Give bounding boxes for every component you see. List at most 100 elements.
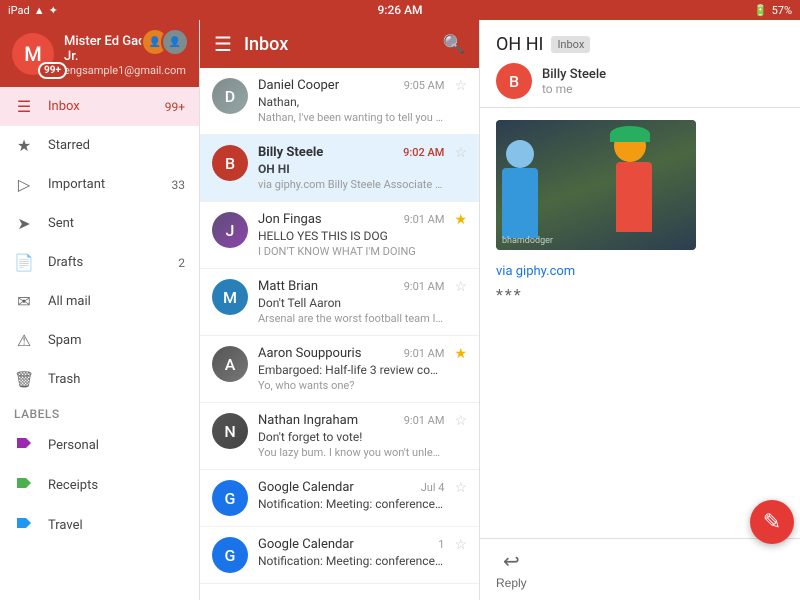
- nav-label-allmail: All mail: [48, 294, 185, 309]
- reply-button[interactable]: ↩ Reply: [496, 549, 527, 590]
- email-preview: You lazy bum. I know you won't unless...: [258, 446, 444, 459]
- email-avatar: A: [212, 346, 248, 382]
- email-item[interactable]: JJon Fingas9:01 AMHELLO YES THIS IS DOGI…: [200, 202, 479, 269]
- nav-label-important: Important: [48, 177, 158, 192]
- email-sender: Billy Steele: [258, 145, 397, 160]
- email-sender: Jon Fingas: [258, 212, 398, 227]
- email-item[interactable]: BBilly Steele9:02 AMOH HIvia giphy.com B…: [200, 135, 479, 202]
- email-subject: Nathan,: [258, 95, 444, 109]
- account-avatars[interactable]: 👤 👤: [141, 28, 189, 56]
- main-container: M 99+ Mister Ed Gadgeteer, Jr. engsample…: [0, 20, 800, 600]
- email-avatar: G: [212, 480, 248, 516]
- label-item-travel[interactable]: Travel: [0, 505, 199, 545]
- email-items: DDaniel Cooper9:05 AMNathan,Nathan, I've…: [200, 68, 479, 600]
- email-time: 1: [438, 538, 444, 551]
- image-watermark: bhamdodger: [502, 236, 553, 246]
- reply-icon: ↩: [503, 549, 520, 574]
- email-item[interactable]: DDaniel Cooper9:05 AMNathan,Nathan, I've…: [200, 68, 479, 135]
- sender-to: to me: [542, 82, 606, 96]
- email-subject: HELLO YES THIS IS DOG: [258, 229, 444, 243]
- nav-count-drafts: 2: [178, 256, 185, 270]
- sidebar-item-spam[interactable]: ⚠ Spam: [0, 321, 199, 360]
- email-item[interactable]: G Google CalendarJul 4Notification: Meeti…: [200, 470, 479, 527]
- sender-avatar: B: [496, 63, 532, 99]
- email-list-header: ☰ Inbox 🔍: [200, 20, 479, 68]
- sender-name: Billy Steele: [542, 67, 606, 82]
- sidebar-item-allmail[interactable]: ✉ All mail: [0, 282, 199, 321]
- email-content: Jon Fingas9:01 AMHELLO YES THIS IS DOGI …: [258, 212, 444, 258]
- email-dots: ***: [496, 285, 784, 304]
- email-star[interactable]: ☆: [454, 279, 467, 295]
- menu-icon[interactable]: ☰: [214, 32, 232, 56]
- travel-label-icon: [14, 515, 34, 535]
- email-time: 9:01 AM: [404, 347, 445, 360]
- account-avatar-2[interactable]: 👤: [161, 28, 189, 56]
- status-right: 🔋 57%: [754, 4, 792, 17]
- personal-label-icon: [14, 435, 34, 455]
- email-avatar: J: [212, 212, 248, 248]
- email-subject: Notification: Meeting: conference r...: [258, 554, 444, 568]
- sidebar-item-inbox[interactable]: ☰Inbox99+: [0, 87, 199, 126]
- email-subject: Embargoed: Half-life 3 review codes: [258, 363, 444, 377]
- email-item[interactable]: MMatt Brian9:01 AMDon't Tell AaronArsena…: [200, 269, 479, 336]
- trash-icon: 🗑: [14, 370, 34, 389]
- nav-label-inbox: Inbox: [48, 99, 151, 114]
- detail-from-row: B Billy Steele to me: [496, 63, 784, 99]
- email-subject: Don't forget to vote!: [258, 430, 444, 444]
- sender-info: Billy Steele to me: [542, 67, 606, 96]
- email-star[interactable]: ★: [454, 212, 467, 228]
- sent-icon: ➤: [14, 214, 34, 233]
- ipad-label: iPad: [8, 4, 30, 17]
- email-time: 9:05 AM: [404, 79, 445, 92]
- label-item-receipts[interactable]: Receipts: [0, 465, 199, 505]
- email-avatar: G: [212, 537, 248, 573]
- email-preview: Yo, who wants one?: [258, 379, 444, 392]
- sidebar-item-important[interactable]: ▷Important33: [0, 165, 199, 204]
- sidebar-header: M 99+ Mister Ed Gadgeteer, Jr. engsample…: [0, 20, 199, 87]
- email-content: Billy Steele9:02 AMOH HIvia giphy.com Bi…: [258, 145, 444, 191]
- email-time: 9:01 AM: [404, 213, 445, 226]
- giphy-link[interactable]: via giphy.com: [496, 264, 575, 279]
- email-sender: Daniel Cooper: [258, 78, 398, 93]
- sidebar: M 99+ Mister Ed Gadgeteer, Jr. engsample…: [0, 20, 200, 600]
- email-content: Nathan Ingraham9:01 AMDon't forget to vo…: [258, 413, 444, 459]
- nav-count-inbox: 99+: [165, 100, 185, 114]
- nav-label-drafts: Drafts: [48, 255, 164, 270]
- nav-label-spam: Spam: [48, 333, 185, 348]
- allmail-icon: ✉: [14, 292, 34, 311]
- email-time: 9:02 AM: [403, 146, 444, 159]
- email-preview: Arsenal are the worst football team I've…: [258, 312, 444, 325]
- sidebar-item-trash[interactable]: 🗑Trash: [0, 360, 199, 399]
- email-sender: Nathan Ingraham: [258, 413, 398, 428]
- sidebar-item-drafts[interactable]: 📄Drafts2: [0, 243, 199, 282]
- email-list: ☰ Inbox 🔍 DDaniel Cooper9:05 AMNathan,Na…: [200, 20, 480, 600]
- email-avatar: N: [212, 413, 248, 449]
- label-text-travel: Travel: [48, 518, 185, 533]
- email-sender: Google Calendar: [258, 480, 415, 495]
- label-item-personal[interactable]: Personal: [0, 425, 199, 465]
- label-text-receipts: Receipts: [48, 478, 185, 493]
- status-left: iPad ▲ ✦: [8, 4, 58, 17]
- nav-label-sent: Sent: [48, 216, 185, 231]
- avatar-letter: M: [24, 42, 42, 66]
- detail-body: bhamdodger via giphy.com ***: [480, 108, 800, 538]
- sidebar-item-starred[interactable]: ★Starred: [0, 126, 199, 165]
- email-star[interactable]: ☆: [454, 145, 467, 161]
- email-star[interactable]: ☆: [454, 537, 467, 553]
- email-item[interactable]: AAaron Souppouris9:01 AMEmbargoed: Half-…: [200, 336, 479, 403]
- email-subject: Don't Tell Aaron: [258, 296, 444, 310]
- email-content: Matt Brian9:01 AMDon't Tell AaronArsenal…: [258, 279, 444, 325]
- email-item[interactable]: N Nathan Ingraham9:01 AMDon't forget to v…: [200, 403, 479, 470]
- email-star[interactable]: ☆: [454, 413, 467, 429]
- email-preview: Nathan, I've been wanting to tell you th…: [258, 111, 444, 124]
- email-star[interactable]: ☆: [454, 78, 467, 94]
- sidebar-item-sent[interactable]: ➤ Sent: [0, 204, 199, 243]
- email-star[interactable]: ★: [454, 346, 467, 362]
- spam-icon: ⚠: [14, 331, 34, 350]
- email-content: Google CalendarJul 4Notification: Meetin…: [258, 480, 444, 513]
- unread-badge: 99+: [38, 62, 67, 79]
- email-item[interactable]: GGoogle Calendar1Notification: Meeting: …: [200, 527, 479, 584]
- search-icon[interactable]: 🔍: [443, 34, 465, 55]
- email-star[interactable]: ☆: [454, 480, 467, 496]
- email-subject: Notification: Meeting: conference ro...: [258, 497, 444, 511]
